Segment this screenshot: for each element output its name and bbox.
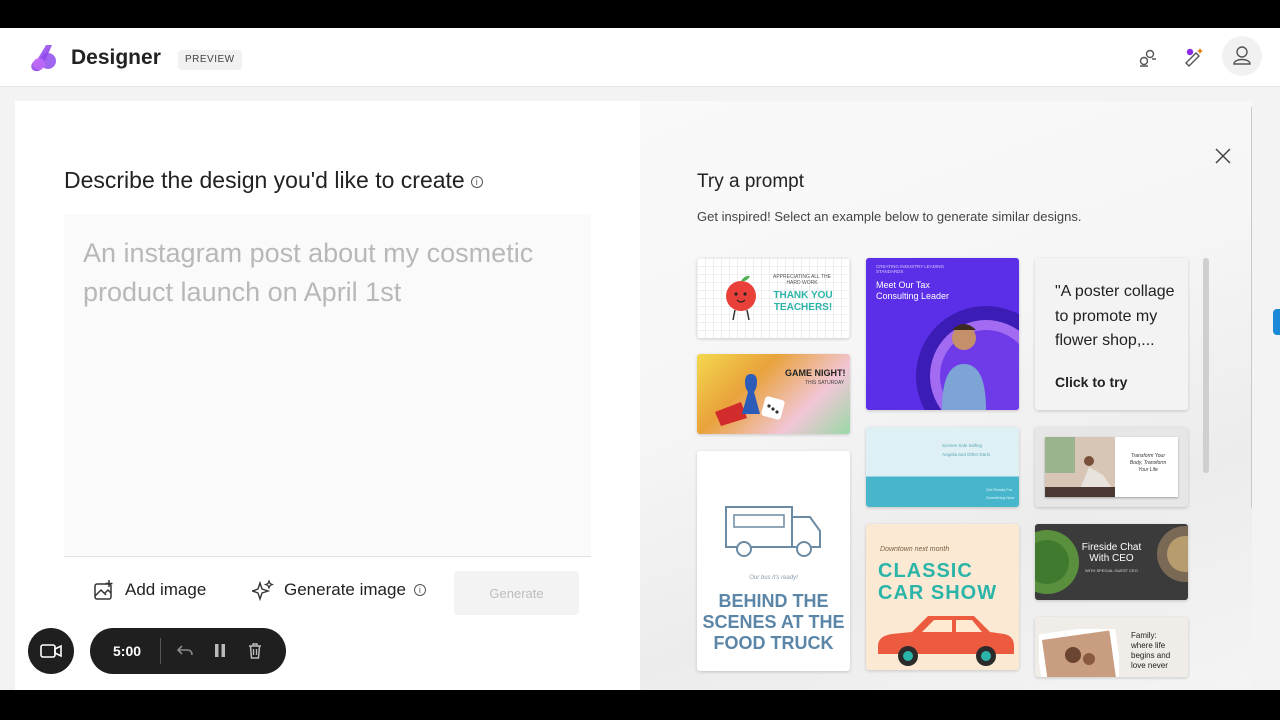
add-image-icon — [94, 580, 113, 600]
try-prompt-title: Try a prompt — [697, 171, 804, 192]
generate-info-icon[interactable]: i — [413, 584, 426, 596]
card-car-line2: CAR SHOW — [878, 582, 998, 604]
card-fireside-line2: With CEO — [1089, 553, 1134, 564]
generate-image-button[interactable]: Generate image i — [252, 579, 426, 601]
pause-icon[interactable] — [211, 642, 229, 660]
card-food-truck-line2: SCENES AT THE — [702, 612, 845, 632]
try-prompt-pane: Try a prompt Get inspired! Select an exa… — [640, 101, 1252, 690]
card-family-line1: Family: — [1131, 631, 1157, 640]
designer-window: Designer PREVIEW Describe the design you… — [0, 28, 1280, 690]
dialog-scrollbar[interactable] — [1251, 105, 1252, 510]
card-car-line1: CLASSIC — [878, 560, 973, 582]
prompt-card-car-show[interactable]: Downtown next month CLASSIC CAR SHOW — [866, 524, 1019, 670]
profile-icon — [1233, 46, 1251, 65]
apple-icon — [726, 275, 756, 321]
card-food-truck-line1: BEHIND THE — [718, 591, 829, 611]
undo-icon[interactable] — [176, 642, 194, 660]
sparkles-icon — [252, 579, 274, 601]
card-food-truck-small: Our bus it's ready! — [749, 575, 798, 581]
preview-badge: PREVIEW — [178, 50, 242, 70]
avatar[interactable] — [1222, 36, 1262, 76]
card-tax-line1: Meet Our Tax — [876, 280, 930, 290]
generate-button[interactable]: Generate — [454, 571, 579, 615]
consultant-portrait-icon — [916, 306, 1019, 410]
prompt-card-teal[interactable]: Scenes Sale Selling Angelia and Other Da… — [866, 427, 1019, 507]
add-image-label: Add image — [125, 580, 207, 599]
classic-car-icon — [878, 616, 1014, 666]
designer-logo-icon — [31, 45, 56, 72]
describe-pane: Describe the design you'd like to create… — [15, 101, 640, 690]
card-teachers-main: THANK YOU TEACHERS! — [773, 290, 833, 313]
prompt-card-yoga[interactable]: Transform Your Body, Transform Your Life — [1035, 427, 1188, 507]
card-teal-line1: Scenes Sale Selling — [942, 443, 983, 448]
card-tax-small: CREATING INDUSTRY LEADING STANDARDS — [876, 264, 945, 274]
yoga-photo-icon — [1045, 437, 1115, 497]
prompt-card-teachers[interactable]: APPRECIATING ALL THE HARD WORK THANK YOU… — [697, 258, 850, 338]
card-teal-line4: Something New — [986, 495, 1015, 500]
prompt-card-poster-collage[interactable]: "A poster collage to promote my flower s… — [1035, 258, 1188, 410]
recording-timer: 5:00 — [113, 643, 142, 659]
describe-heading: Describe the design you'd like to create… — [64, 167, 483, 194]
card-game-small: THIS SATURDAY — [805, 380, 845, 386]
trash-icon[interactable] — [246, 642, 264, 660]
card-poster-cta: Click to try — [1055, 374, 1128, 390]
prompt-card-game-night[interactable]: GAME NIGHT! THIS SATURDAY — [697, 354, 850, 434]
card-family-line3: begins and — [1131, 651, 1171, 660]
prompt-gallery-scrollbar[interactable] — [1203, 258, 1209, 473]
card-yoga-line1: Transform Your — [1131, 453, 1165, 459]
food-truck-icon — [725, 506, 821, 557]
prompt-card-family[interactable]: Family: where life begins and love never — [1035, 617, 1188, 677]
toolbar-divider — [160, 638, 161, 664]
card-car-small: Downtown next month — [880, 546, 950, 553]
card-fireside-line1: Fireside Chat — [1081, 542, 1142, 553]
top-bar: Designer PREVIEW — [0, 28, 1280, 87]
card-food-truck-line3: FOOD TRUCK — [713, 633, 834, 653]
side-edge-tab[interactable] — [1273, 309, 1280, 335]
card-family-line2: where life — [1131, 641, 1166, 650]
recording-toolbar: 5:00 — [90, 628, 286, 674]
card-yoga-line2: Body, Transform — [1129, 460, 1167, 466]
card-poster-quote: "A poster collage to promote my flower s… — [1055, 283, 1175, 349]
camera-button[interactable] — [28, 628, 74, 674]
yoga-poster: Transform Your Body, Transform Your Life — [1045, 437, 1178, 497]
prompt-card-tax-consulting[interactable]: CREATING INDUSTRY LEADING STANDARDS Meet… — [866, 258, 1019, 410]
family-photo-icon — [1039, 629, 1119, 677]
add-image-button[interactable]: Add image — [93, 579, 206, 601]
sparkle-icon[interactable] — [1178, 43, 1208, 73]
card-fireside-small: WITH SPECIAL GUEST CEO — [1085, 568, 1138, 573]
generate-image-label: Generate image — [284, 580, 406, 599]
app-title: Designer — [71, 46, 161, 69]
prompt-input-box — [64, 214, 591, 557]
prompt-input[interactable] — [64, 214, 591, 556]
create-dialog: Describe the design you'd like to create… — [15, 101, 1252, 690]
card-car-main: CLASSIC CAR SHOW — [878, 560, 997, 604]
info-icon[interactable]: i — [470, 175, 483, 188]
card-game-main: GAME NIGHT! — [785, 368, 846, 378]
video-camera-icon — [40, 644, 62, 658]
card-teal-line2: Angelia and Other Darts — [942, 452, 991, 457]
prompt-card-food-truck[interactable]: Our bus it's ready! BEHIND THE SCENES AT… — [697, 451, 850, 671]
describe-heading-text: Describe the design you'd like to create — [64, 167, 465, 193]
prompt-card-fireside-chat[interactable]: Fireside Chat With CEO WITH SPECIAL GUES… — [1035, 524, 1188, 600]
card-fireside-main: Fireside Chat With CEO — [1035, 542, 1188, 564]
connect-icon[interactable] — [1132, 43, 1162, 73]
card-teal-line3: Get Ready For — [986, 487, 1013, 492]
card-family-line4: love never — [1131, 661, 1168, 670]
card-yoga-line3: Your Life — [1138, 467, 1158, 473]
close-icon[interactable] — [1213, 146, 1233, 166]
card-food-truck-main: BEHIND THE SCENES AT THE FOOD TRUCK — [697, 591, 850, 654]
card-family-text: Family: where life begins and love never — [1131, 631, 1170, 671]
card-yoga-text: Transform Your Body, Transform Your Life — [1123, 453, 1173, 474]
try-prompt-subtitle: Get inspired! Select an example below to… — [697, 209, 1082, 224]
game-pieces-icon — [715, 374, 785, 426]
card-teachers-small: APPRECIATING ALL THE HARD WORK — [773, 274, 831, 286]
